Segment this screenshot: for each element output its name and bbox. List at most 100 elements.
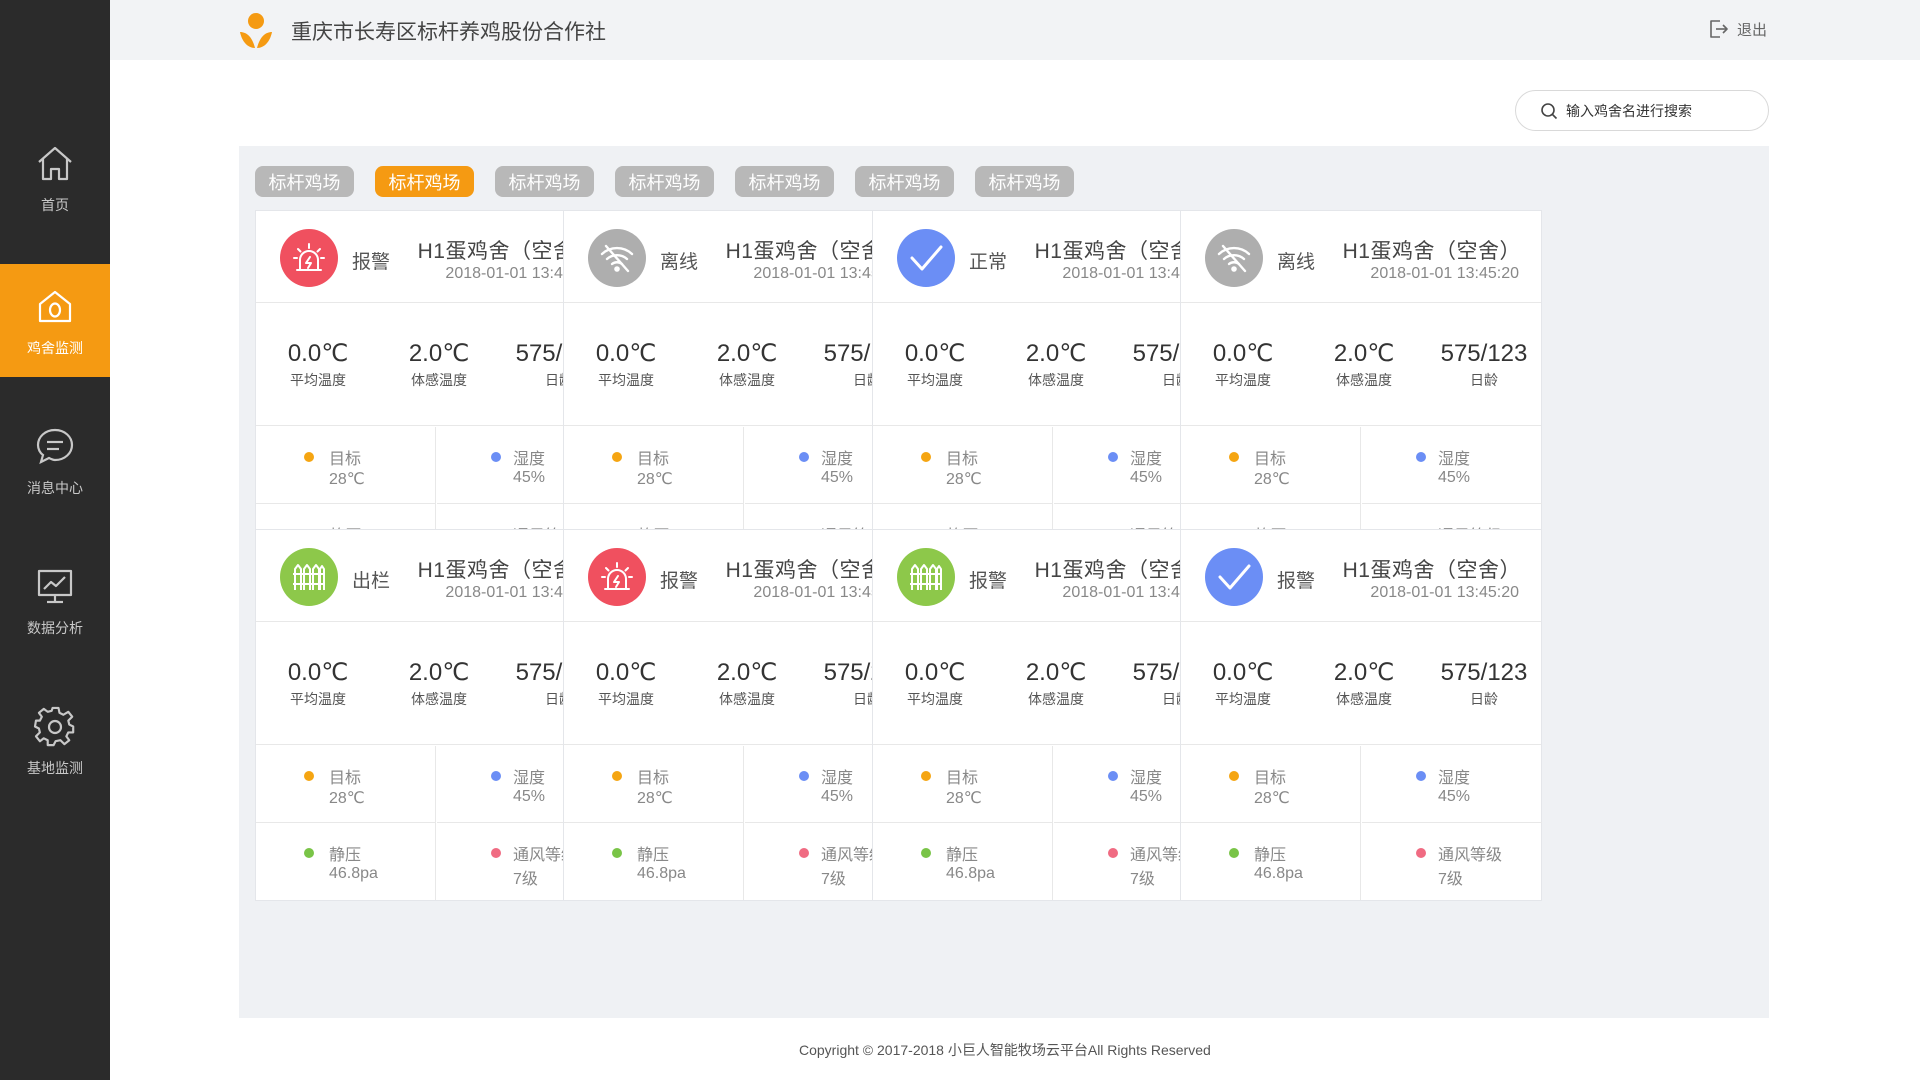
stat-feel-temp: 2.0℃ 体感温度 [1016, 659, 1096, 709]
stat-feel-temp: 2.0℃ 体感温度 [707, 340, 787, 390]
feel-temp-value: 2.0℃ [408, 659, 470, 686]
alarm-siren-icon [601, 562, 633, 590]
pressure-label: 静压 [1254, 847, 1287, 864]
feel-temp-label: 体感温度 [411, 372, 467, 388]
humidity-dot [1416, 771, 1426, 781]
message-icon [36, 428, 74, 464]
avg-temp-label: 平均温度 [1215, 372, 1271, 388]
pressure-dot [612, 848, 622, 858]
logout-label: 退出 [1737, 21, 1768, 39]
stat-avg-temp: 0.0℃ 平均温度 [586, 340, 666, 390]
coop-card[interactable]: 报警 H1蛋鸡舍（空舍） 2018-01-01 13:45:20 0.0℃ 平均… [563, 529, 925, 901]
stat-avg-temp: 0.0℃ 平均温度 [1203, 340, 1283, 390]
target-label: 目标 [329, 770, 362, 787]
stat-feel-temp: 2.0℃ 体感温度 [399, 340, 479, 390]
card-header: 离线 H1蛋鸡舍（空舍） 2018-01-01 13:45:20 [564, 211, 924, 303]
feel-temp-value: 2.0℃ [1025, 659, 1087, 686]
coop-card[interactable]: 离线 H1蛋鸡舍（空舍） 2018-01-01 13:45:20 0.0℃ 平均… [1180, 210, 1542, 582]
coop-card[interactable]: 报警 H1蛋鸡舍（空舍） 2018-01-01 13:45:20 0.0℃ 平均… [1180, 529, 1542, 901]
status-text: 离线 [660, 252, 699, 273]
tab-farm[interactable]: 标杆鸡场 [735, 166, 834, 197]
metric-target: 目标 28℃ [564, 746, 744, 823]
target-label: 目标 [637, 451, 670, 468]
card-header: 报警 H1蛋鸡舍（空舍） 2018-01-01 13:45:20 [256, 211, 616, 303]
sidebar-item-data-analysis[interactable]: 数据分析 [0, 544, 110, 657]
avg-temp-label: 平均温度 [907, 691, 963, 707]
status-text: 报警 [1277, 571, 1316, 592]
humidity-label: 湿度 [821, 770, 854, 787]
status-icon-badge [280, 548, 338, 606]
age-value: 575/123 [1440, 340, 1528, 367]
tab-farm[interactable]: 标杆鸡场 [855, 166, 954, 197]
avg-temp-label: 平均温度 [1215, 691, 1271, 707]
card-header: 报警 H1蛋鸡舍（空舍） 2018-01-01 13:45:20 [564, 530, 924, 622]
card-stats: 0.0℃ 平均温度 2.0℃ 体感温度 575/260 日龄 [256, 304, 616, 426]
metric-target: 目标 28℃ [1181, 746, 1361, 823]
stat-feel-temp: 2.0℃ 体感温度 [1324, 659, 1404, 709]
sidebar-item-home[interactable]: 首页 [0, 121, 110, 234]
avg-temp-value: 0.0℃ [1212, 340, 1274, 367]
humidity-label: 湿度 [1130, 451, 1163, 468]
house-time: 2018-01-01 13:45:20 [1370, 584, 1519, 601]
card-header: 报警 H1蛋鸡舍（空舍） 2018-01-01 13:45:20 [873, 530, 1233, 622]
metric-humidity: 湿度 45% [1362, 427, 1542, 504]
tab-farm[interactable]: 标杆鸡场 [975, 166, 1074, 197]
card-stats: 0.0℃ 平均温度 2.0℃ 体感温度 575/345 日龄 [873, 304, 1233, 426]
card-stats: 0.0℃ 平均温度 2.0℃ 体感温度 575/123 日龄 [1181, 623, 1541, 745]
tab-farm[interactable]: 标杆鸡场 [615, 166, 714, 197]
metric-vent: 通风等级 7级 [1362, 823, 1542, 900]
target-label: 目标 [1254, 770, 1287, 787]
metric-target: 目标 28℃ [873, 746, 1053, 823]
home-icon [38, 146, 72, 180]
sidebar: 首页 鸡舍监测 消息中心 数据分析 基地监测 [0, 0, 110, 1080]
humidity-value: 45% [821, 788, 854, 805]
humidity-dot [1108, 452, 1118, 462]
target-value: 28℃ [1254, 790, 1290, 807]
avg-temp-label: 平均温度 [598, 691, 654, 707]
status-text: 离线 [1277, 252, 1316, 273]
target-dot [921, 771, 931, 781]
stat-avg-temp: 0.0℃ 平均温度 [586, 659, 666, 709]
humidity-value: 45% [1438, 788, 1471, 805]
humidity-value: 45% [1438, 469, 1471, 486]
alarm-siren-icon [293, 243, 325, 271]
coop-panel: 标杆鸡场 标杆鸡场 标杆鸡场 标杆鸡场 标杆鸡场 标杆鸡场 标杆鸡场 报警 H1… [239, 146, 1769, 1018]
target-dot [304, 452, 314, 462]
card-stats: 0.0℃ 平均温度 2.0℃ 体感温度 575/456 日龄 [873, 623, 1233, 745]
tab-farm[interactable]: 标杆鸡场 [495, 166, 594, 197]
humidity-dot [1416, 452, 1426, 462]
vent-dot [1416, 848, 1426, 858]
sidebar-item-label: 首页 [41, 196, 69, 213]
target-value: 28℃ [946, 471, 982, 488]
avg-temp-value: 0.0℃ [595, 659, 657, 686]
avg-temp-value: 0.0℃ [1212, 659, 1274, 686]
status-icon-badge [897, 548, 955, 606]
sidebar-item-label: 消息中心 [27, 479, 83, 496]
feel-temp-label: 体感温度 [1028, 691, 1084, 707]
sidebar-item-base-monitor[interactable]: 基地监测 [0, 684, 110, 797]
status-text: 报警 [352, 252, 391, 273]
pressure-label: 静压 [946, 847, 979, 864]
stat-avg-temp: 0.0℃ 平均温度 [895, 340, 975, 390]
humidity-label: 湿度 [1130, 770, 1163, 787]
humidity-label: 湿度 [513, 770, 546, 787]
sidebar-item-label: 基地监测 [27, 759, 83, 776]
search-input[interactable] [1566, 102, 1756, 119]
tab-farm-active[interactable]: 标杆鸡场 [375, 166, 474, 197]
target-value: 28℃ [329, 790, 365, 807]
logout-button[interactable]: 退出 [1708, 18, 1767, 40]
pressure-label: 静压 [329, 847, 362, 864]
pressure-dot [921, 848, 931, 858]
coop-card[interactable]: 离线 H1蛋鸡舍（空舍） 2018-01-01 13:45:20 0.0℃ 平均… [563, 210, 925, 582]
humidity-value: 45% [821, 469, 854, 486]
target-label: 目标 [946, 770, 979, 787]
tab-farm[interactable]: 标杆鸡场 [255, 166, 354, 197]
sidebar-item-coop-monitor[interactable]: 鸡舍监测 [0, 264, 110, 377]
sidebar-item-messages[interactable]: 消息中心 [0, 404, 110, 517]
metric-humidity: 湿度 45% [1362, 746, 1542, 823]
stat-avg-temp: 0.0℃ 平均温度 [278, 340, 358, 390]
feel-temp-label: 体感温度 [719, 372, 775, 388]
card-stats: 0.0℃ 平均温度 2.0℃ 体感温度 575/134 日龄 [564, 304, 924, 426]
avg-temp-value: 0.0℃ [595, 340, 657, 367]
card-metrics: 目标 28℃ 湿度 45% 静压 46.8pa 通风等级 7级 [873, 746, 1234, 900]
